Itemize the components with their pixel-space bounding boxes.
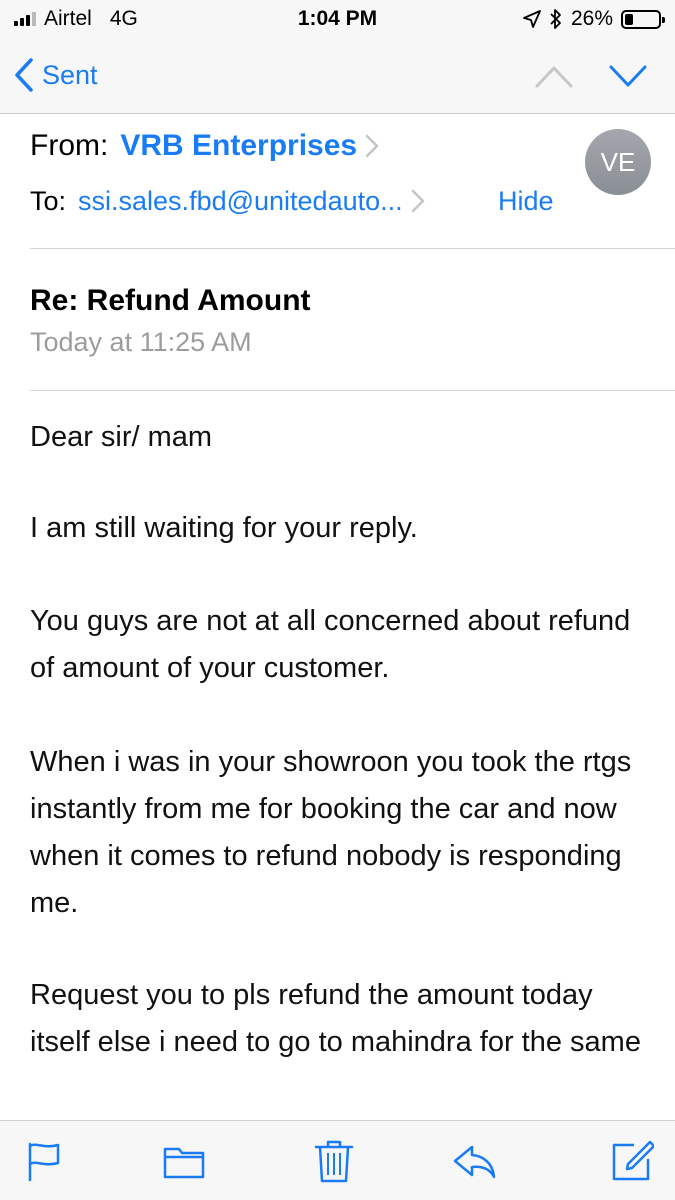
- previous-message-chevron-up-icon[interactable]: [534, 62, 574, 90]
- to-label: To:: [30, 186, 67, 216]
- chevron-right-icon: [365, 134, 379, 158]
- status-bar-right: 26%: [523, 6, 665, 32]
- to-row: To: ssi.sales.fbd@unitedauto...: [30, 184, 425, 218]
- bluetooth-icon: [550, 9, 561, 29]
- body-paragraph: Request you to pls refund the amount tod…: [30, 979, 641, 1058]
- header-divider: [30, 248, 675, 249]
- navigation-bar: Sent: [0, 38, 675, 114]
- body-paragraph: Dear sir/ mam: [30, 421, 213, 453]
- battery-percent: 26%: [570, 7, 613, 30]
- next-message-chevron-down-icon[interactable]: [608, 62, 648, 90]
- message-subject: Re: Refund Amount: [30, 284, 311, 317]
- sender-avatar[interactable]: VE: [585, 129, 651, 195]
- subject-divider: [30, 390, 675, 391]
- battery-icon: [621, 9, 665, 29]
- hide-details-button[interactable]: Hide: [498, 184, 554, 218]
- message-date: Today at 11:25 AM: [30, 327, 252, 357]
- message-header: From: VRB Enterprises To: ssi.sales.fbd@…: [0, 114, 675, 250]
- from-row: From: VRB Enterprises: [30, 128, 379, 164]
- subject-block: Re: Refund Amount Today at 11:25 AM: [0, 251, 675, 391]
- location-icon: [523, 10, 541, 28]
- status-bar: Airtel 4G 1:04 PM 26%: [0, 0, 675, 38]
- bottom-toolbar: [0, 1120, 675, 1200]
- battery-level: [625, 13, 634, 25]
- from-label: From:: [30, 129, 109, 162]
- compose-icon[interactable]: [610, 1139, 654, 1183]
- body-paragraph: You guys are not at all concerned about …: [30, 605, 631, 684]
- reply-icon[interactable]: [452, 1139, 496, 1183]
- folder-icon[interactable]: [162, 1139, 206, 1183]
- chevron-left-icon: [15, 58, 33, 92]
- back-button-label: Sent: [42, 59, 98, 90]
- back-button[interactable]: Sent: [14, 56, 98, 94]
- body-paragraph: I am still waiting for your reply.: [30, 512, 418, 544]
- battery-tip: [662, 16, 665, 23]
- sender-name[interactable]: VRB Enterprises: [120, 128, 357, 164]
- flag-icon[interactable]: [22, 1139, 66, 1183]
- body-paragraph: When i was in your showroon you took the…: [30, 746, 632, 919]
- trash-icon[interactable]: [312, 1139, 356, 1183]
- chevron-right-icon: [411, 189, 424, 213]
- recipient-address[interactable]: ssi.sales.fbd@unitedauto...: [78, 184, 403, 218]
